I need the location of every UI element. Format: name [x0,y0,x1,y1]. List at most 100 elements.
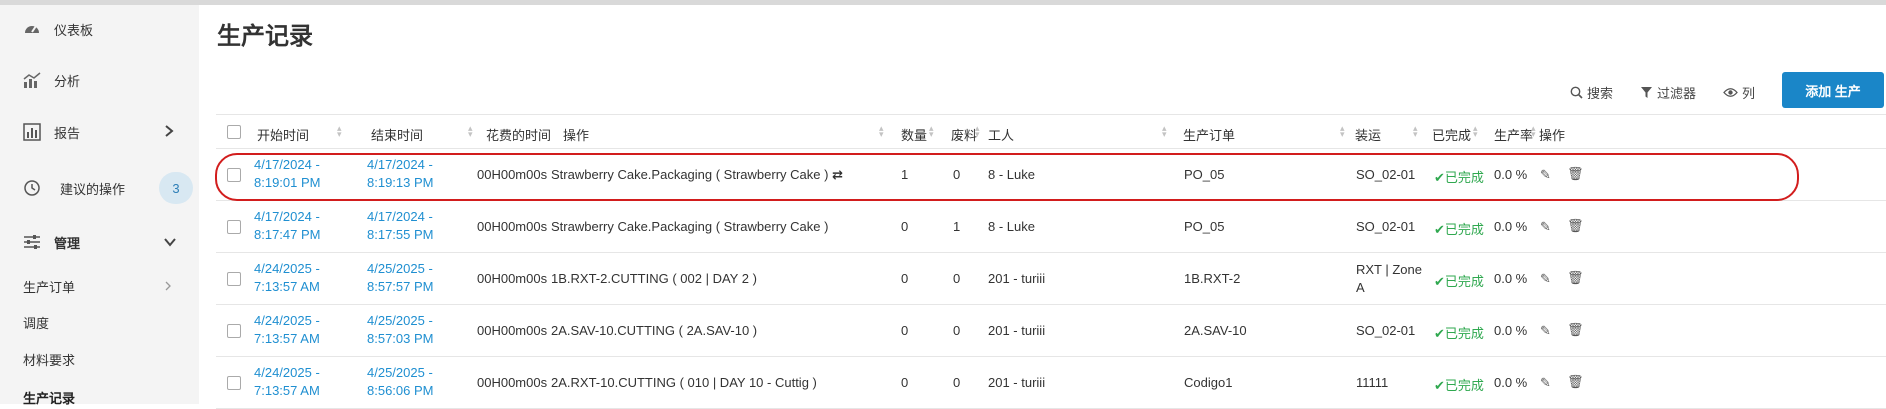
sort-icon[interactable]: ▴ ▾ [1531,124,1536,139]
scrap: 1 [953,219,961,234]
column-header-operation[interactable]: 操作 [563,125,589,144]
edit-icon[interactable]: ✎ [1540,219,1551,235]
start-time-link[interactable]: 4/24/2025 -7:13:57 AM [254,260,320,296]
sidebar: 仪表板 分析 报告 建议的操作 3 管理 生产订单 调度 材料要求 生产记录 [0,5,199,407]
filter-label: 过滤器 [1657,86,1697,101]
table-row[interactable]: 4/17/2024 -8:17:47 PM 4/17/2024 -8:17:55… [216,202,1886,253]
quantity: 0 [901,375,909,390]
column-header-worker[interactable]: 工人 [988,125,1014,144]
column-header-elapsed[interactable]: 花费的时间 [486,125,551,144]
edit-icon[interactable]: ✎ [1540,167,1551,183]
scrap: 0 [953,375,961,390]
sidebar-item-label: 报告 [54,125,81,141]
sort-icon[interactable]: ▴ ▾ [1413,124,1418,139]
column-header-end[interactable]: 结束时间 [371,125,423,144]
delete-icon[interactable]: 🗑 [1567,166,1584,182]
end-time-link[interactable]: 4/25/2025 -8:57:57 PM [367,260,434,296]
column-header-start[interactable]: 开始时间 [257,125,309,144]
add-production-button[interactable]: 添加 生产 [1782,72,1884,108]
column-header-shipment[interactable]: 装运 [1355,125,1381,144]
start-time-link[interactable]: 4/17/2024 -8:19:01 PM [254,156,321,192]
quantity: 0 [901,219,909,234]
row-checkbox[interactable] [227,324,241,338]
check-icon: ✔ [1434,326,1445,341]
scrap: 0 [953,271,961,286]
edit-icon[interactable]: ✎ [1540,323,1551,339]
shipment: RXT | Zone A [1356,262,1422,295]
column-header-production-order[interactable]: 生产订单 [1183,125,1235,144]
row-checkbox[interactable] [227,220,241,234]
row-checkbox[interactable] [227,272,241,286]
worker: 201 - turiii [988,375,1046,390]
column-header-rate[interactable]: 生产率 [1494,125,1533,144]
table-row[interactable]: 4/24/2025 -7:13:57 AM 4/25/2025 -8:56:06… [216,358,1886,409]
delete-icon[interactable]: 🗑 [1567,218,1584,234]
table-row[interactable]: 4/17/2024 -8:19:01 PM 4/17/2024 -8:19:13… [216,150,1886,201]
column-header-scrap[interactable]: 废料 [951,125,977,144]
sort-icon[interactable]: ▴ ▾ [1473,124,1478,139]
start-time-link[interactable]: 4/24/2025 -7:13:57 AM [254,364,320,400]
sort-icon[interactable]: ▴ ▾ [975,124,980,139]
end-time-link[interactable]: 4/17/2024 -8:17:55 PM [367,208,434,244]
check-icon: ✔ [1434,378,1445,393]
operation-name: 2A.RXT-10.CUTTING ( 010 | DAY 10 - Cutti… [551,375,817,390]
row-checkbox[interactable] [227,376,241,390]
columns-button[interactable]: 列 [1723,83,1755,102]
table-row[interactable]: 4/24/2025 -7:13:57 AM 4/25/2025 -8:57:03… [216,306,1886,357]
sidebar-item-reports[interactable]: 报告 [0,120,199,144]
column-header-completed[interactable]: 已完成 [1432,125,1471,144]
sidebar-subitem-scheduling[interactable]: 调度 [23,313,49,332]
start-time-link[interactable]: 4/24/2025 -7:13:57 AM [254,312,320,348]
operation-name: 1B.RXT-2.CUTTING ( 002 | DAY 2 ) [551,271,757,286]
rate: 0.0 % [1494,271,1528,286]
column-header-quantity[interactable]: 数量 [901,125,927,144]
sort-icon[interactable]: ▴ ▾ [337,124,342,139]
elapsed-time: 00H00m00s [477,323,548,338]
check-icon: ✔ [1434,274,1445,289]
table-header: 开始时间 ▴ ▾ 结束时间 ▴ ▾ 花费的时间 操作 ▴ ▾ 数量 ▴ ▾ 废料 ▴ ▾ … [216,114,1886,149]
sidebar-item-suggested-actions[interactable]: 建议的操作 3 [0,172,199,204]
elapsed-time: 00H00m00s [477,375,548,390]
rate: 0.0 % [1494,167,1528,182]
sidebar-item-manage[interactable]: 管理 [0,230,199,254]
sort-icon[interactable]: ▴ ▾ [879,124,884,139]
delete-icon[interactable]: 🗑 [1567,270,1584,286]
sidebar-item-analytics[interactable]: 分析 [0,68,199,92]
sort-icon[interactable]: ▴ ▾ [929,124,934,139]
select-all-checkbox[interactable] [227,125,241,139]
row-checkbox[interactable] [227,168,241,182]
sort-icon[interactable]: ▴ ▾ [1340,124,1345,139]
elapsed-time: 00H00m00s [477,219,548,234]
end-time-link[interactable]: 4/25/2025 -8:56:06 PM [367,364,434,400]
worker: 201 - turiii [988,323,1046,338]
sidebar-subitem-material-requirements[interactable]: 材料要求 [23,350,75,369]
check-icon: ✔ [1434,222,1445,237]
edit-icon[interactable]: ✎ [1540,375,1551,391]
start-time-link[interactable]: 4/17/2024 -8:17:47 PM [254,208,321,244]
end-time-link[interactable]: 4/17/2024 -8:19:13 PM [367,156,434,192]
delete-icon[interactable]: 🗑 [1567,374,1584,390]
rate: 0.0 % [1494,323,1528,338]
sort-icon[interactable]: ▴ ▾ [1162,124,1167,139]
column-header-actions: 操作 [1539,128,1566,143]
repeat-icon[interactable]: ⇄ [832,167,843,182]
table-row[interactable]: 4/24/2025 -7:13:57 AM 4/25/2025 -8:57:57… [216,254,1886,305]
elapsed-time: 00H00m00s [477,271,548,286]
search-icon [1570,86,1583,99]
check-icon: ✔ [1434,170,1445,185]
edit-icon[interactable]: ✎ [1540,271,1551,287]
sort-icon[interactable]: ▴ ▾ [468,124,473,139]
report-icon [22,122,42,142]
end-time-link[interactable]: 4/25/2025 -8:57:03 PM [367,312,434,348]
delete-icon[interactable]: 🗑 [1567,322,1584,338]
completed-status: ✔已完成 [1434,326,1484,341]
sidebar-subitem-production-records[interactable]: 生产记录 [23,388,75,407]
quantity: 0 [901,271,909,286]
filter-button[interactable]: 过滤器 [1640,83,1696,102]
operation-name: 2A.SAV-10.CUTTING ( 2A.SAV-10 ) [551,323,758,338]
search-button[interactable]: 搜索 [1570,83,1613,102]
completed-status: ✔已完成 [1434,378,1484,393]
sidebar-subitem-production-orders[interactable]: 生产订单 [0,275,199,297]
sidebar-item-dashboard[interactable]: 仪表板 [0,17,199,41]
sidebar-item-label: 管理 [54,235,81,251]
